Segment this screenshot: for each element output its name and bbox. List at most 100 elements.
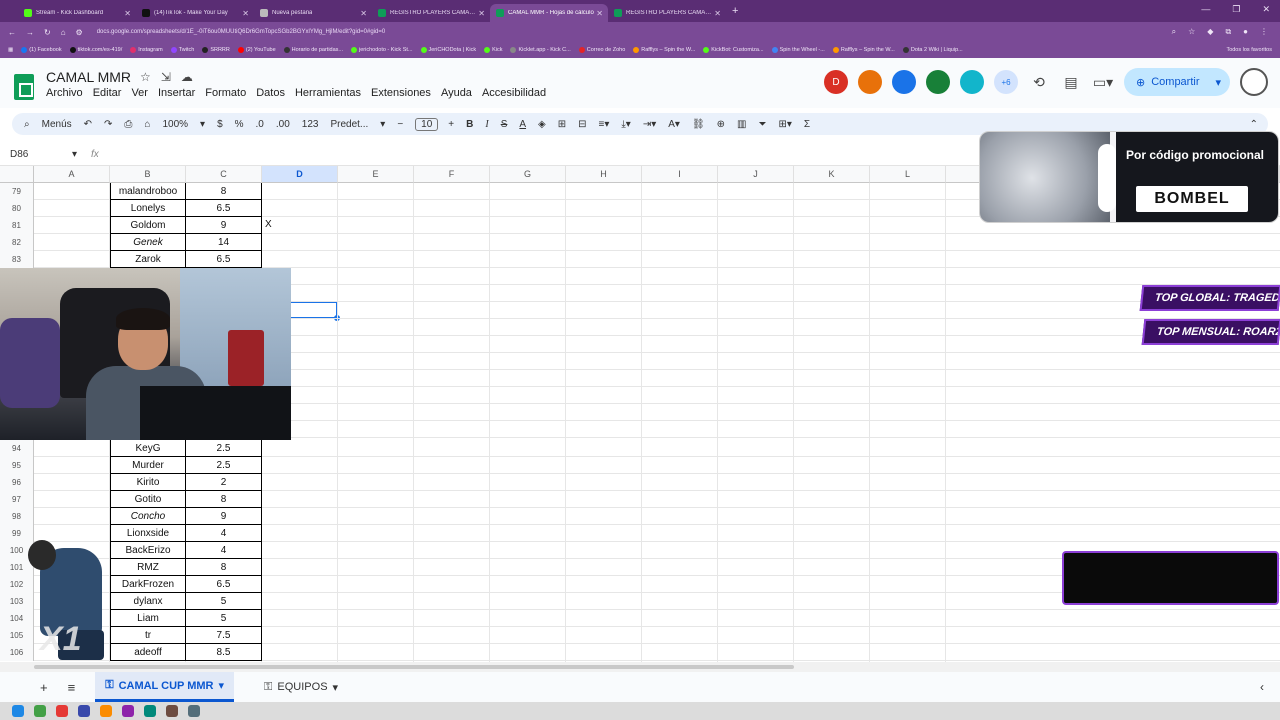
collaborator-avatar[interactable]: D [824,70,848,94]
sheet-nav-left-icon[interactable]: ‹ [1260,680,1264,694]
column-header[interactable]: K [794,166,870,183]
player-name-cell[interactable]: Kirito [110,474,186,491]
name-box-chevron-icon[interactable]: ▾ [72,149,77,160]
mmr-cell[interactable]: 8.5 [186,644,262,661]
bookmark-item[interactable]: SRRRR [202,47,230,53]
player-name-cell[interactable]: Genek [110,234,186,251]
close-window-icon[interactable]: ✕ [1262,4,1270,15]
reload-icon[interactable]: ↻ [44,28,51,37]
taskbar-app-icon[interactable] [166,705,178,717]
taskbar-app-icon[interactable] [188,705,200,717]
url-field[interactable]: docs.google.com/spreadsheets/d/1E_-0iT6o… [97,29,385,35]
bookmark-item[interactable]: Rafflys – Spin the W... [633,47,695,53]
name-box[interactable]: D86 [10,149,72,160]
filter-views-icon[interactable]: ⊞▾ [779,119,792,130]
add-sheet-icon[interactable]: + [40,680,48,695]
select-all-corner[interactable] [0,166,34,183]
bookmark-item[interactable]: Kicklet.app - Kick C... [510,47,571,53]
apps-icon[interactable]: ▦ [8,47,13,53]
column-header[interactable]: L [870,166,946,183]
minimize-icon[interactable]: — [1201,4,1210,15]
link-icon[interactable]: ⛓ [692,119,705,130]
collaborator-avatar[interactable] [858,70,882,94]
tab-close-icon[interactable]: ✕ [242,9,249,18]
column-header[interactable]: A [34,166,110,183]
mmr-cell[interactable]: 5 [186,610,262,627]
mmr-cell[interactable]: 14 [186,234,262,251]
collaborator-avatar[interactable] [926,70,950,94]
sheets-logo-icon[interactable] [14,74,34,100]
functions-icon[interactable]: Σ [804,119,810,130]
browser-tab[interactable]: CAMAL MMR - Hojas de cálculo ✕ [490,4,608,22]
player-name-cell[interactable]: Lionxside [110,525,186,542]
bookmark-item[interactable]: (1) Facebook [21,47,62,53]
mmr-cell[interactable]: 6.5 [186,576,262,593]
site-info-icon[interactable]: ⚙ [76,28,83,37]
merge-cells-icon[interactable]: ⊟ [578,119,586,130]
player-name-cell[interactable]: adeoff [110,644,186,661]
text-color-button[interactable]: A [519,119,526,130]
bookmark-item[interactable]: Spin the Wheel -... [771,47,825,53]
column-header[interactable]: B [110,166,186,183]
mmr-cell[interactable]: 4 [186,542,262,559]
all-bookmarks[interactable]: Todos los favoritos [1226,47,1272,53]
menu-item[interactable]: Archivo [46,87,83,99]
tab-close-icon[interactable]: ✕ [596,9,603,18]
maximize-icon[interactable]: ❐ [1232,4,1240,15]
player-name-cell[interactable]: Lonelys [110,200,186,217]
decrease-decimal-button[interactable]: .0 [256,119,264,130]
search-icon[interactable]: ⌕ [24,119,30,130]
strikethrough-button[interactable]: S [501,119,508,130]
menu-item[interactable]: Ver [131,87,148,99]
taskbar-app-icon[interactable] [78,705,90,717]
mmr-cell[interactable]: 5 [186,593,262,610]
mmr-cell[interactable]: 8 [186,183,262,200]
history-icon[interactable]: ⟲ [1028,74,1050,91]
mmr-cell[interactable]: 8 [186,559,262,576]
menu-item[interactable]: Extensiones [371,87,431,99]
chevron-down-icon[interactable]: ▾ [219,679,225,692]
zoom-chevron-icon[interactable]: ▾ [200,119,205,130]
bookmark-item[interactable]: (2) YouTube [237,47,276,53]
font-size-field[interactable]: 10 [415,117,439,131]
player-name-cell[interactable]: RMZ [110,559,186,576]
column-header[interactable]: G [490,166,566,183]
cloud-status-icon[interactable]: ☁ [181,70,193,84]
tab-close-icon[interactable]: ✕ [714,9,721,18]
bookmark-item[interactable]: Correo de Zoho [578,47,625,53]
menu-item[interactable]: Herramientas [295,87,361,99]
zoom-select[interactable]: 100% [162,119,188,130]
menu-item[interactable]: Accesibilidad [482,87,546,99]
more-collaborators[interactable]: +6 [994,70,1018,94]
browser-tab[interactable]: (14)TikTok - Make Your Day ✕ [136,4,254,22]
fill-color-icon[interactable]: ◈ [538,119,546,130]
row-header[interactable]: 95 [0,457,34,474]
bookmark-item[interactable]: Dota 2 Wiki | Liquip... [902,47,963,53]
font-chevron-icon[interactable]: ▾ [380,119,385,130]
taskbar-app-icon[interactable] [144,705,156,717]
player-name-cell[interactable]: malandroboo [110,183,186,200]
bookmark-star-icon[interactable]: ☆ [1188,27,1195,37]
browser-tab[interactable]: Nueva pestaña ✕ [254,4,372,22]
browser-tab[interactable]: REGISTRO PLAYERS CAMAL CUP ✕ [608,4,726,22]
bookmark-item[interactable]: Instagram [130,47,163,53]
scrollbar-thumb[interactable] [34,665,794,669]
row-header[interactable]: 94 [0,440,34,457]
menu-item[interactable]: Insertar [158,87,195,99]
player-name-cell[interactable]: BackErizo [110,542,186,559]
mark-cell[interactable]: X [265,219,272,230]
mmr-cell[interactable]: 2.5 [186,440,262,457]
align-horizontal-icon[interactable]: ≡▾ [599,119,610,130]
taskbar-app-icon[interactable] [122,705,134,717]
mmr-cell[interactable]: 6.5 [186,251,262,268]
all-sheets-icon[interactable]: ≡ [68,680,76,695]
player-name-cell[interactable]: DarkFrozen [110,576,186,593]
bookmark-item[interactable]: tiktok.com/es-419/ [69,47,122,53]
insert-comment-icon[interactable]: ⊕ [717,119,725,130]
currency-button[interactable]: $ [217,119,223,130]
bookmark-item[interactable]: Twitch [170,47,194,53]
player-name-cell[interactable]: Concho [110,508,186,525]
menu-item[interactable]: Formato [205,87,246,99]
bookmark-item[interactable]: JeriCHODota | Kick [420,47,476,53]
row-header[interactable]: 83 [0,251,34,268]
